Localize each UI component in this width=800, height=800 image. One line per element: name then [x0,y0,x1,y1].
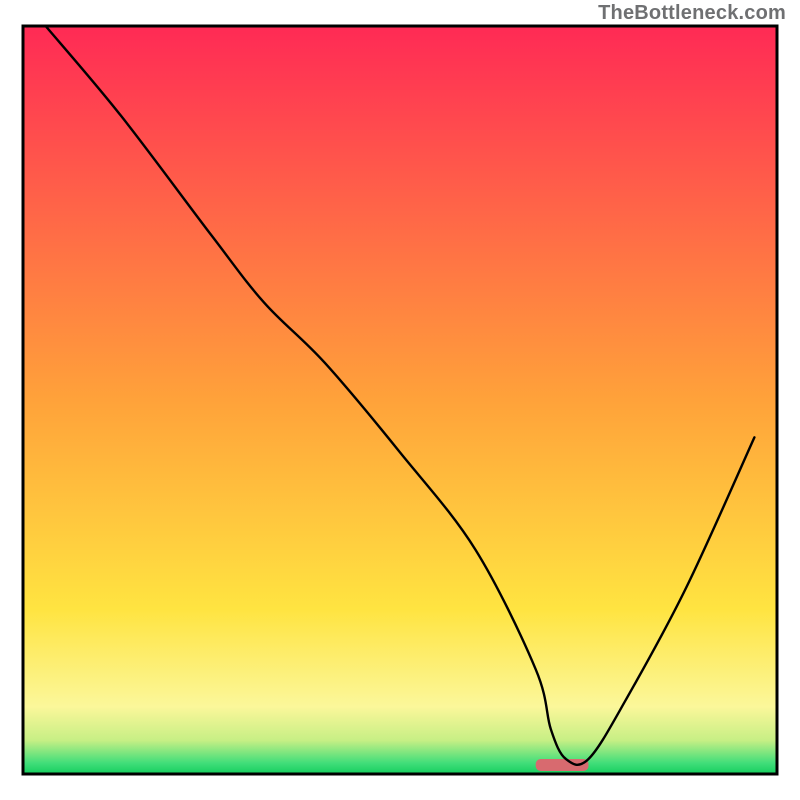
plot-background [23,26,777,774]
watermark-label: TheBottleneck.com [598,2,786,25]
chart-canvas [0,0,800,800]
bottleneck-chart: TheBottleneck.com [0,0,800,800]
